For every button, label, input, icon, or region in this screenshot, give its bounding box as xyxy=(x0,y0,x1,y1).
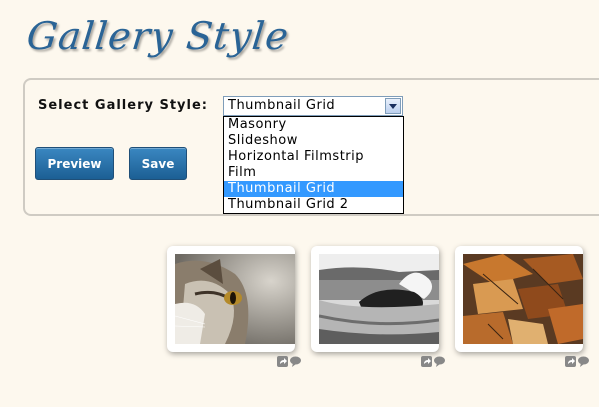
save-button[interactable]: Save xyxy=(129,147,187,180)
gallery-thumbnail-autumn-leaves[interactable] xyxy=(455,246,583,352)
gallery-thumbnail-ocean-rock[interactable] xyxy=(311,246,439,352)
gallery-style-label: Select Gallery Style: xyxy=(38,98,209,113)
chevron-down-icon xyxy=(389,103,397,109)
thumbnail-actions xyxy=(421,356,445,367)
comment-icon[interactable] xyxy=(434,356,445,367)
dropdown-option-masonry[interactable]: Masonry xyxy=(224,117,403,133)
thumbnail-actions xyxy=(565,356,589,367)
comment-icon[interactable] xyxy=(578,356,589,367)
dropdown-option-film[interactable]: Film xyxy=(224,165,403,181)
dropdown-option-thumbnail-grid[interactable]: Thumbnail Grid xyxy=(224,181,403,197)
thumbnail-actions xyxy=(277,356,301,367)
share-icon[interactable] xyxy=(421,356,432,367)
preview-button[interactable]: Preview xyxy=(35,147,114,180)
gallery-thumbnail-cat[interactable] xyxy=(167,246,295,352)
gallery-style-select[interactable]: Thumbnail Grid xyxy=(223,96,403,116)
page-title: Gallery Style xyxy=(24,14,292,58)
gallery-style-dropdown: Masonry Slideshow Horizontal Filmstrip F… xyxy=(223,116,404,214)
share-icon[interactable] xyxy=(277,356,288,367)
select-value: Thumbnail Grid xyxy=(228,98,336,113)
dropdown-option-slideshow[interactable]: Slideshow xyxy=(224,133,403,149)
dropdown-option-horizontal-filmstrip[interactable]: Horizontal Filmstrip xyxy=(224,149,403,165)
dropdown-option-thumbnail-grid-2[interactable]: Thumbnail Grid 2 xyxy=(224,197,403,213)
cat-photo xyxy=(175,254,295,344)
ocean-rock-photo xyxy=(319,254,439,344)
dropdown-arrow-button[interactable] xyxy=(385,98,401,114)
share-icon[interactable] xyxy=(565,356,576,367)
autumn-leaves-photo xyxy=(463,254,583,344)
comment-icon[interactable] xyxy=(290,356,301,367)
